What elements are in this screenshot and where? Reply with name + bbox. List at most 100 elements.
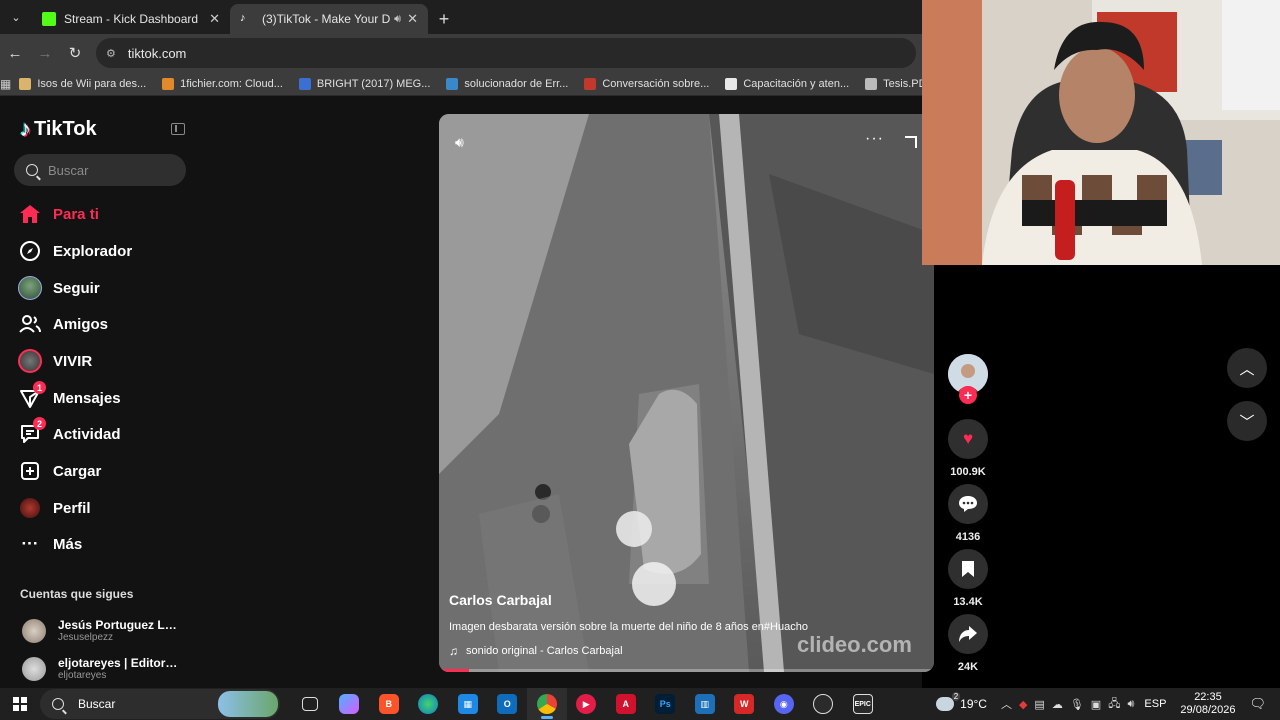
wps-icon[interactable]: W: [725, 688, 765, 720]
like-button[interactable]: ♥ 100.9K: [948, 419, 988, 478]
share-button[interactable]: 24K: [948, 614, 988, 673]
nav-label: Seguir: [53, 279, 100, 297]
bookmark-item[interactable]: Tesis.PDF: [857, 77, 922, 90]
sidebar-item-cargar[interactable]: Cargar: [18, 456, 101, 486]
windows-logo-icon: [13, 697, 27, 711]
video-watermark: clideo.com: [797, 632, 912, 657]
windows-taskbar: Buscar B ▦ O ▶ A Ps ▥ W ◉ EPIC 2 19°C ︿ …: [0, 688, 1280, 720]
sidebar-item-seguir[interactable]: Seguir: [18, 273, 100, 303]
following-avatar-icon: [18, 276, 42, 300]
sidebar-item-perfil[interactable]: Perfil: [18, 493, 91, 523]
chrome-icon[interactable]: [527, 688, 567, 720]
video-music[interactable]: ♫ sonido original - Carlos Carbajal: [449, 644, 623, 658]
account-avatar: [22, 618, 46, 643]
network-icon[interactable]: 🖧︎: [1108, 695, 1120, 714]
taskbar-search[interactable]: Buscar: [40, 689, 280, 719]
amd-icon[interactable]: A: [606, 688, 646, 720]
sidebar-item-actividad[interactable]: 2 Actividad: [18, 417, 121, 449]
save-button[interactable]: 13.4K: [948, 549, 988, 608]
profile-icon: [18, 496, 42, 520]
camera-icon[interactable]: ▣: [1091, 698, 1101, 711]
bookmark-item[interactable]: Isos de Wii para des...: [11, 77, 154, 90]
forward-arrow-icon[interactable]: →: [30, 45, 60, 62]
brave-icon[interactable]: B: [369, 688, 409, 720]
collapse-sidebar-icon[interactable]: [171, 123, 185, 135]
share-icon: [948, 614, 988, 654]
cloud-sync-icon[interactable]: ☁: [1052, 698, 1063, 711]
account-handle: eljotareyes: [58, 670, 107, 681]
discord-icon[interactable]: ◉: [764, 688, 804, 720]
tab-tiktok[interactable]: ♪ (3)TikTok - Make Your Day 🔊︎ ✕: [230, 4, 428, 34]
bookmark-item[interactable]: Capacitación y aten...: [717, 77, 857, 90]
new-tab-button[interactable]: +: [428, 4, 460, 34]
sidebar-item-amigos[interactable]: Amigos: [18, 309, 108, 339]
clock[interactable]: 22:35 29/08/2026: [1180, 691, 1235, 717]
audio-mixer-icon[interactable]: ▥: [685, 688, 725, 720]
video-author[interactable]: Carlos Carbajal: [449, 592, 552, 608]
progress-fill: [439, 669, 469, 672]
comment-icon: [948, 484, 988, 524]
edge-icon[interactable]: [409, 688, 449, 720]
video-progress-bar[interactable]: [439, 669, 934, 672]
bookmark-item[interactable]: BRIGHT (2017) MEG...: [291, 77, 439, 90]
notifications-icon[interactable]: 🗨︎: [1249, 696, 1266, 712]
obs-icon[interactable]: [804, 688, 844, 720]
site-info-icon[interactable]: ⚙: [106, 47, 116, 60]
photoshop-icon[interactable]: Ps: [646, 688, 686, 720]
volume-icon[interactable]: 🔊︎: [1127, 698, 1134, 711]
nav-label: Para ti: [53, 205, 99, 223]
sidebar-item-mensajes[interactable]: 1 Mensajes: [18, 381, 121, 413]
webcam-streamer-image: [922, 0, 1280, 265]
sidebar-item-vivir[interactable]: VIVIR: [18, 346, 92, 376]
nav-label: Explorador: [53, 242, 133, 260]
video-player[interactable]: 🔊︎ ··· Carlos Carbajal Imagen desbarata …: [439, 114, 934, 672]
weather-badge: 2: [951, 692, 961, 701]
reload-icon[interactable]: ↻: [60, 44, 90, 62]
next-video-chevron-down-icon[interactable]: ﹀: [1227, 401, 1267, 441]
outlook-icon[interactable]: O: [488, 688, 528, 720]
tab-kick-dashboard[interactable]: Stream - Kick Dashboard ✕: [32, 4, 230, 34]
chevron-up-icon[interactable]: ︿: [1001, 696, 1012, 712]
address-bar[interactable]: ⚙ tiktok.com: [96, 38, 916, 68]
tab-close-icon[interactable]: ✕: [407, 11, 418, 27]
fullscreen-icon[interactable]: [905, 136, 917, 148]
store-icon[interactable]: ▦: [448, 688, 488, 720]
tab-close-icon[interactable]: ✕: [209, 11, 220, 27]
bookmark-item[interactable]: 1fichier.com: Cloud...: [154, 77, 291, 90]
system-tray: 2 19°C ︿ ◆ ▤ ☁ 🎙︎ ▣ 🖧︎ 🔊︎ ESP 22:35 29/0…: [936, 688, 1280, 720]
share-count: 24K: [957, 661, 979, 673]
media-player-icon[interactable]: ▶: [567, 688, 607, 720]
bookmark-item[interactable]: Conversación sobre...: [576, 77, 717, 90]
antivirus-icon[interactable]: ◆: [1019, 698, 1027, 711]
account-avatar: [22, 656, 46, 681]
bookmark-label: BRIGHT (2017) MEG...: [316, 77, 431, 90]
sidebar-item-mas[interactable]: ··· Más: [18, 529, 83, 559]
back-arrow-icon[interactable]: ←: [0, 45, 30, 62]
microphone-icon[interactable]: 🎙︎: [1070, 698, 1084, 711]
volume-icon[interactable]: 🔊︎: [455, 134, 464, 151]
copilot-icon[interactable]: [330, 688, 370, 720]
following-account[interactable]: Jesús Portuguez Lo... Jesuselpezz: [22, 618, 178, 643]
tiktok-logo[interactable]: ♪ TikTok: [20, 116, 97, 142]
tray-icons: ︿ ◆ ▤ ☁ 🎙︎ ▣ 🖧︎ 🔊︎: [1001, 695, 1134, 714]
previous-video-chevron-up-icon[interactable]: ︿: [1227, 348, 1267, 388]
tab-audio-icon[interactable]: 🔊︎: [394, 13, 401, 26]
gpu-icon[interactable]: ▤: [1034, 698, 1044, 711]
apps-grid-icon[interactable]: ▦: [0, 77, 11, 91]
following-account[interactable]: eljotareyes | Editor ... eljotareyes: [22, 656, 178, 681]
more-options-icon[interactable]: ···: [865, 130, 884, 148]
task-view-icon[interactable]: [290, 688, 330, 720]
search-icon: [52, 698, 64, 710]
sidebar-item-para-ti[interactable]: Para ti: [18, 199, 99, 229]
tab-search-chevron-icon[interactable]: ⌄: [0, 0, 32, 34]
epic-games-icon[interactable]: EPIC: [843, 688, 883, 720]
follow-plus-button[interactable]: +: [959, 386, 977, 404]
sidebar-item-explorador[interactable]: Explorador: [18, 236, 132, 266]
search-input[interactable]: Buscar: [14, 154, 186, 186]
start-button[interactable]: [0, 697, 40, 711]
language-indicator[interactable]: ESP: [1144, 698, 1166, 710]
bookmark-item[interactable]: solucionador de Err...: [438, 77, 576, 90]
activity-badge: 2: [33, 417, 46, 430]
comment-button[interactable]: 4136: [948, 484, 988, 543]
weather-widget[interactable]: 2 19°C: [936, 692, 987, 711]
